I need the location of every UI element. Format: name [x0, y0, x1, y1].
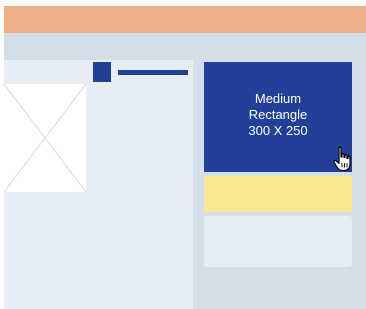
content-panel: [4, 60, 193, 309]
page-frame: Medium Rectangle 300 X 250: [4, 6, 366, 309]
ad-label-line1: Medium: [254, 91, 302, 106]
image-placeholder-icon: [4, 84, 86, 192]
medium-rectangle-ad-slot[interactable]: Medium Rectangle 300 X 250: [204, 62, 352, 172]
ad-label-size: 300 X 250: [248, 123, 308, 138]
header-bar: [4, 6, 366, 33]
line-marker: [118, 70, 188, 75]
square-marker: [93, 62, 111, 82]
highlight-bar: [204, 176, 352, 212]
content-box: [204, 216, 352, 267]
ad-label-line2: Rectangle: [248, 107, 308, 122]
